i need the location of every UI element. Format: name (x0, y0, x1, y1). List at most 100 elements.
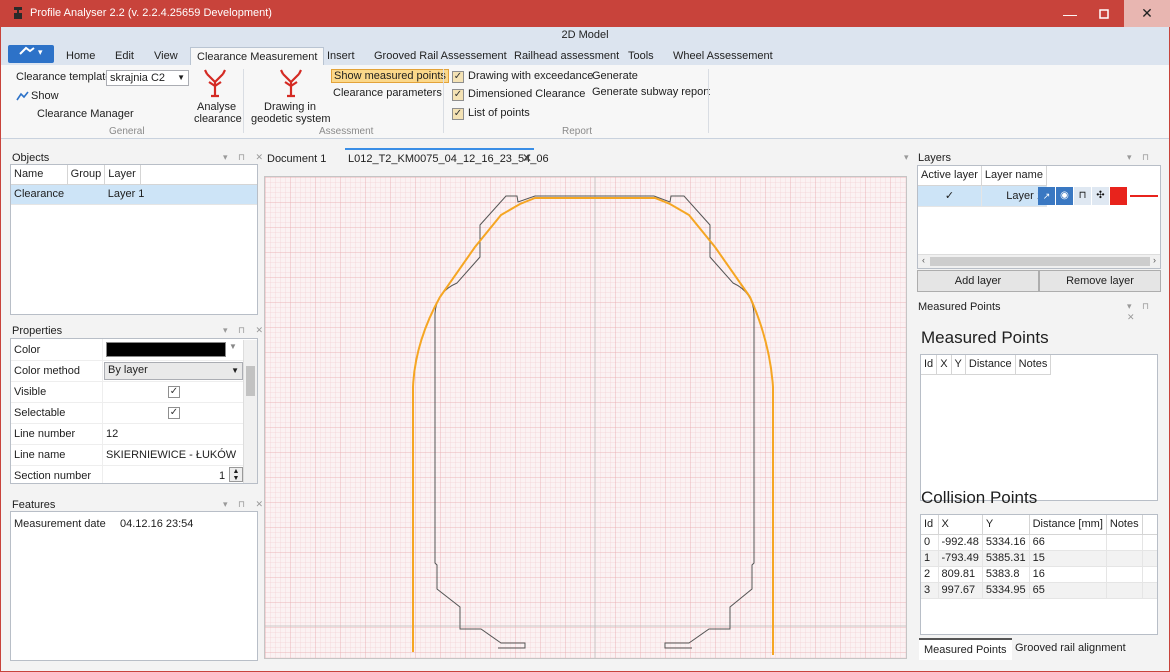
group-separator (443, 69, 444, 133)
generate-subway-button[interactable]: Generate subway report (592, 86, 710, 98)
tab-insert[interactable]: Insert (321, 47, 361, 66)
table-row[interactable]: 1 -793.49 5385.31 15 (921, 550, 1157, 567)
tab-railhead[interactable]: Railhead assessment (508, 47, 625, 66)
objects-cell-layer: Layer 1 (104, 184, 257, 205)
remove-layer-button[interactable]: Remove layer (1039, 270, 1161, 292)
add-layer-button[interactable]: Add layer (917, 270, 1039, 292)
objects-col-name[interactable]: Name (11, 165, 68, 185)
collision-cell: 5383.8 (982, 566, 1030, 583)
measured-col-notes[interactable]: Notes (1015, 355, 1052, 375)
prop-line-name-label: Line name (14, 449, 66, 461)
chevron-right-icon[interactable]: › (1153, 255, 1156, 265)
objects-cell-name: Clearance (11, 184, 68, 205)
generate-button[interactable]: Generate (592, 70, 638, 82)
tab-active-document[interactable]: L012_T2_KM0075_04_12_16_23_54_06 (348, 153, 549, 165)
objects-col-group[interactable]: Group (67, 165, 106, 185)
objects-col-layer[interactable]: Layer (104, 165, 142, 185)
layer-active-checkbox[interactable]: ✓ (918, 185, 982, 207)
collision-heading: Collision Points (921, 488, 1038, 507)
layer-linestyle[interactable] (1128, 187, 1158, 205)
measured-col-id[interactable]: Id (921, 355, 938, 375)
list-of-points-checkbox[interactable]: ✓ (452, 108, 464, 120)
nodes-icon[interactable]: ✣ (1092, 187, 1109, 205)
layer-color-swatch[interactable] (1110, 187, 1127, 205)
show-button[interactable]: Show (31, 90, 59, 102)
prop-visible-checkbox[interactable]: ✓ (168, 386, 180, 398)
collision-col-x[interactable]: X (938, 515, 983, 535)
layers-col-active[interactable]: Active layer (918, 166, 982, 186)
dimensioned-clearance-label: Dimensioned Clearance (468, 88, 586, 100)
layer-name: Layer 1 (981, 185, 1047, 207)
stepper-icon[interactable]: ▲ ▼ (229, 467, 243, 482)
table-row[interactable]: ✓ Layer 1 (918, 185, 1047, 207)
objects-panel: Name Group Layer Clearance Layer 1 (10, 164, 258, 315)
template-label: Clearance template (16, 71, 112, 83)
panel-controls[interactable]: ▾ ⊓ ✕ (223, 325, 267, 336)
collision-cell (1106, 566, 1143, 583)
chevron-down-icon[interactable]: ▾ (904, 152, 909, 163)
table-row[interactable]: 2 809.81 5383.8 16 (921, 566, 1157, 583)
tab-document-1[interactable]: Document 1 (267, 153, 326, 165)
drawing-canvas[interactable] (264, 176, 907, 659)
app-menu-button[interactable]: ▾ (8, 45, 54, 63)
tab-grooved-rail[interactable]: Grooved Rail Assessement (368, 47, 513, 66)
tab-tools[interactable]: Tools (622, 47, 660, 66)
maximize-button[interactable] (1081, 0, 1127, 27)
table-row[interactable]: 3 997.67 5334.95 65 (921, 582, 1157, 599)
tab-wheel[interactable]: Wheel Assessement (667, 47, 779, 66)
lock-icon[interactable]: ⊓ (1074, 187, 1091, 205)
tab-home[interactable]: Home (60, 47, 101, 66)
collision-col-notes[interactable]: Notes (1106, 515, 1143, 535)
tab-grooved-rail-alignment[interactable]: Grooved rail alignment (1015, 642, 1126, 654)
panel-controls[interactable]: ▾ ⊓ ✕ (223, 152, 267, 163)
tab-edit[interactable]: Edit (109, 47, 140, 66)
layers-col-name[interactable]: Layer name (981, 166, 1047, 186)
measured-col-distance[interactable]: Distance (965, 355, 1016, 375)
prop-section-number-value[interactable]: 1 (219, 470, 225, 482)
features-panel: Measurement date 04.12.16 23:54 (10, 511, 258, 661)
analyse-label-1: Analyse (197, 101, 237, 113)
tab-view[interactable]: View (148, 47, 184, 66)
table-row[interactable]: 0 -992.48 5334.16 66 (921, 534, 1157, 551)
clearance-manager-button[interactable]: Clearance Manager (37, 108, 134, 120)
collision-col-id[interactable]: Id (921, 515, 939, 535)
prop-line-number-value[interactable]: 12 (106, 428, 118, 440)
layers-hscrollbar[interactable]: ‹ › (918, 254, 1160, 268)
collision-cell: 66 (1029, 534, 1107, 551)
properties-scrollbar[interactable] (243, 340, 257, 483)
close-button[interactable]: ✕ (1124, 0, 1170, 27)
collision-col-distance[interactable]: Distance [mm] (1029, 515, 1107, 535)
measured-col-y[interactable]: Y (951, 355, 966, 375)
scrollbar-thumb[interactable] (930, 257, 1150, 266)
collision-cell: 2 (921, 566, 939, 583)
scrollbar-thumb[interactable] (246, 366, 255, 396)
chevron-down-icon[interactable]: ▼ (229, 342, 237, 351)
drawing-geodetic-button[interactable]: Drawing in geodetic system (251, 101, 330, 125)
panel-controls[interactable]: ▾ ⊓ ✕ (223, 499, 267, 510)
show-measured-points-button[interactable]: Show measured points (331, 69, 449, 83)
pointer-icon[interactable]: ↗ (1038, 187, 1055, 205)
close-tab-icon[interactable]: ✕ (522, 151, 532, 165)
prop-selectable-checkbox[interactable]: ✓ (168, 407, 180, 419)
chevron-left-icon[interactable]: ‹ (922, 255, 925, 265)
eye-icon[interactable]: ◉ (1056, 187, 1073, 205)
clearance-parameters-button[interactable]: Clearance parameters (333, 87, 442, 99)
prop-color-label: Color (14, 344, 41, 356)
collision-col-y[interactable]: Y (982, 515, 1030, 535)
analyse-clearance-button[interactable]: Analyse clearance (194, 101, 242, 125)
template-select[interactable]: skrajnia C2 ▼ (106, 70, 189, 86)
dimensioned-clearance-checkbox[interactable]: ✓ (452, 89, 464, 101)
tab-measured-points[interactable]: Measured Points (919, 638, 1012, 660)
objects-cell-group (67, 184, 105, 205)
prop-line-name-value[interactable]: SKIERNIEWICE - ŁUKÓW (106, 449, 236, 461)
table-row[interactable]: Clearance Layer 1 (11, 184, 257, 205)
prop-color-value[interactable] (106, 342, 226, 357)
panel-controls[interactable]: ▾ ⊓ ✕ (1127, 301, 1169, 323)
prop-color-method-label: Color method (14, 365, 81, 377)
layers-panel: Active layer Layer name ✓ Layer 1 ↗ ◉ ⊓ … (917, 165, 1161, 269)
drawing-exceedance-checkbox[interactable]: ✓ (452, 71, 464, 83)
app-icon (12, 6, 24, 20)
prop-color-method-select[interactable]: By layer ▼ (104, 362, 243, 380)
tab-clearance-measurement[interactable]: Clearance Measurement (190, 47, 325, 66)
measured-col-x[interactable]: X (936, 355, 952, 375)
